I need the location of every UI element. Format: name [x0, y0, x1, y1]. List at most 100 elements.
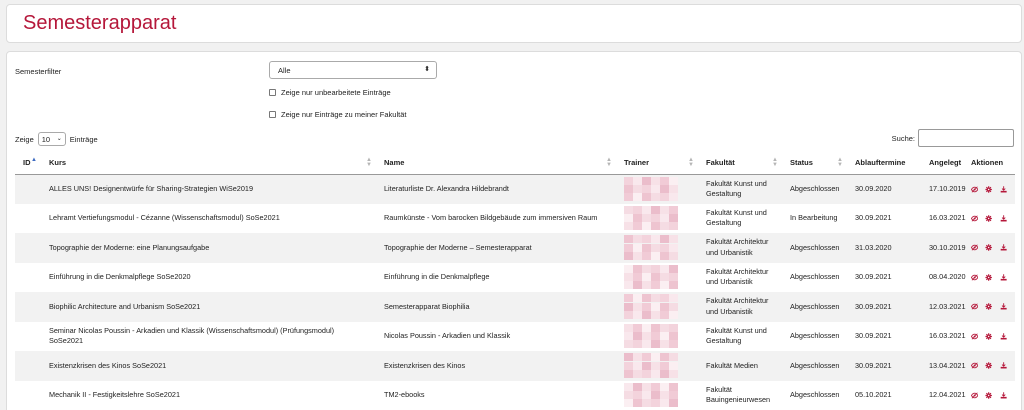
- eye-slash-icon[interactable]: [971, 243, 979, 252]
- cell-status-text: Abgeschlossen: [790, 301, 840, 311]
- table-row[interactable]: Topographie der Moderne: eine Planungsau…: [15, 233, 1015, 263]
- redaction-pixel: [624, 264, 633, 273]
- redaction-pixel: [642, 361, 651, 370]
- semester-filter-value: Alle: [278, 66, 291, 75]
- gear-icon[interactable]: [985, 185, 993, 194]
- redaction-pixel: [660, 323, 669, 332]
- cell-angelegt: 17.10.2019: [921, 174, 967, 204]
- table-row[interactable]: ALLES UNS! Designentwürfe für Sharing-St…: [15, 174, 1015, 204]
- cell-status: Abgeschlossen: [782, 174, 847, 204]
- gear-icon[interactable]: [985, 214, 993, 223]
- cell-angelegt: 30.10.2019: [921, 233, 967, 263]
- redaction-pixel: [642, 399, 651, 408]
- redaction-pixel: [642, 340, 651, 349]
- redaction-pixel: [633, 310, 642, 319]
- col-header-fakultaet[interactable]: Fakultät ▲ ▼: [698, 152, 782, 175]
- download-icon[interactable]: [1000, 391, 1007, 400]
- cell-aktionen: [967, 233, 1015, 263]
- download-icon[interactable]: [1000, 243, 1007, 252]
- cell-kurs: Seminar Nicolas Poussin - Arkadien und K…: [41, 322, 376, 352]
- gear-icon[interactable]: [985, 273, 993, 282]
- redaction-pixel: [651, 214, 660, 223]
- unprocessed-only-checkbox-row[interactable]: Zeige nur unbearbeitete Einträge: [269, 88, 391, 97]
- redaction-pixel: [660, 251, 669, 260]
- col-header-trainer[interactable]: Trainer ▲ ▼: [616, 152, 698, 175]
- redaction-pixel: [642, 205, 651, 214]
- redaction-pixel: [642, 243, 651, 252]
- eye-slash-icon[interactable]: [971, 185, 979, 194]
- gear-icon[interactable]: [985, 302, 993, 311]
- download-icon[interactable]: [1000, 302, 1007, 311]
- my-faculty-only-checkbox[interactable]: [269, 111, 276, 118]
- gear-icon[interactable]: [985, 391, 993, 400]
- eye-slash-icon[interactable]: [971, 302, 979, 311]
- unprocessed-only-checkbox[interactable]: [269, 89, 276, 96]
- redaction-pixel: [642, 353, 651, 362]
- entries-length-select[interactable]: 10 ⌄: [37, 132, 66, 146]
- eye-slash-icon[interactable]: [971, 273, 979, 282]
- col-header-kurs[interactable]: Kurs ▲ ▼: [41, 152, 376, 175]
- table-header-row: ID ▲ Kurs ▲ ▼ Name ▲ ▼ Trainer ▲ ▼ Fakultät ▲ ▼ S…: [15, 152, 1015, 175]
- redaction-pixel: [660, 302, 669, 311]
- eye-slash-icon[interactable]: [971, 391, 979, 400]
- redaction-pixel: [633, 332, 642, 341]
- redaction-pixel: [642, 235, 651, 244]
- gear-icon[interactable]: [985, 361, 993, 370]
- cell-angelegt: 08.04.2020: [921, 263, 967, 293]
- redaction-pixel: [624, 273, 633, 282]
- cell-name: Topographie der Moderne – Semesterappara…: [376, 233, 616, 263]
- redaction-pixel: [633, 302, 642, 311]
- cell-trainer: [616, 204, 698, 234]
- cell-kurs-text: Lehramt Vertiefungsmodul - Cézanne (Wiss…: [49, 213, 280, 222]
- cell-fakultaet: Fakultät Architektur und Urbanistik: [698, 263, 782, 293]
- download-icon[interactable]: [1000, 185, 1007, 194]
- col-header-id[interactable]: ID ▲: [15, 152, 41, 175]
- semesterapparat-table: ID ▲ Kurs ▲ ▼ Name ▲ ▼ Trainer ▲ ▼ Fakultät ▲ ▼ S…: [15, 152, 1015, 410]
- download-icon[interactable]: [1000, 332, 1007, 341]
- redaction-pixel: [669, 214, 678, 223]
- col-header-ablauftermine[interactable]: Ablauftermine: [847, 152, 921, 175]
- cell-id: [15, 233, 41, 263]
- search-input[interactable]: [918, 129, 1014, 147]
- redaction-pixel: [624, 369, 633, 378]
- download-icon[interactable]: [1000, 273, 1007, 282]
- eye-slash-icon[interactable]: [971, 332, 979, 341]
- table-row[interactable]: Biophilic Architecture and Urbanism SoSe…: [15, 292, 1015, 322]
- cell-id: [15, 174, 41, 204]
- cell-aktionen: [967, 381, 1015, 410]
- eye-slash-icon[interactable]: [971, 214, 979, 223]
- table-row[interactable]: Einführung in die Denkmalpflege SoSe2020…: [15, 263, 1015, 293]
- redaction-pixel: [633, 235, 642, 244]
- table-row[interactable]: Existenzkrisen des Kinos SoSe2021 Existe…: [15, 351, 1015, 381]
- download-icon[interactable]: [1000, 361, 1007, 370]
- table-row[interactable]: Seminar Nicolas Poussin - Arkadien und K…: [15, 322, 1015, 352]
- redaction-pixel: [642, 302, 651, 311]
- my-faculty-only-checkbox-row[interactable]: Zeige nur Einträge zu meiner Fakultät: [269, 110, 406, 119]
- redaction-pixel: [651, 310, 660, 319]
- cell-status-text: Abgeschlossen: [790, 242, 840, 252]
- redaction-pixel: [633, 273, 642, 282]
- redaction-pixel: [660, 176, 669, 185]
- cell-id: [15, 322, 41, 352]
- semester-filter-select[interactable]: Alle ⬍: [269, 61, 437, 79]
- col-header-name[interactable]: Name ▲ ▼: [376, 152, 616, 175]
- download-icon[interactable]: [1000, 214, 1007, 223]
- cell-name: Nicolas Poussin - Arkadien und Klassik: [376, 322, 616, 352]
- redaction-pixel: [642, 176, 651, 185]
- redaction-pixel: [624, 391, 633, 400]
- redaction-pixel: [633, 243, 642, 252]
- col-header-status[interactable]: Status ▲ ▼: [782, 152, 847, 175]
- redaction-pixel: [660, 340, 669, 349]
- redaction-pixel: [624, 205, 633, 214]
- eye-slash-icon[interactable]: [971, 361, 979, 370]
- col-header-angelegt[interactable]: Angelegt: [921, 152, 967, 175]
- cell-fakultaet: Fakultät Kunst und Gestaltung: [698, 204, 782, 234]
- redaction-pixel: [651, 391, 660, 400]
- redaction-pixel: [660, 382, 669, 391]
- table-row[interactable]: Lehramt Vertiefungsmodul - Cézanne (Wiss…: [15, 204, 1015, 234]
- gear-icon[interactable]: [985, 243, 993, 252]
- table-row[interactable]: Mechanik II - Festigkeitslehre SoSe2021 …: [15, 381, 1015, 410]
- trainer-redacted-image: [624, 294, 678, 319]
- redaction-pixel: [624, 184, 633, 193]
- gear-icon[interactable]: [985, 332, 993, 341]
